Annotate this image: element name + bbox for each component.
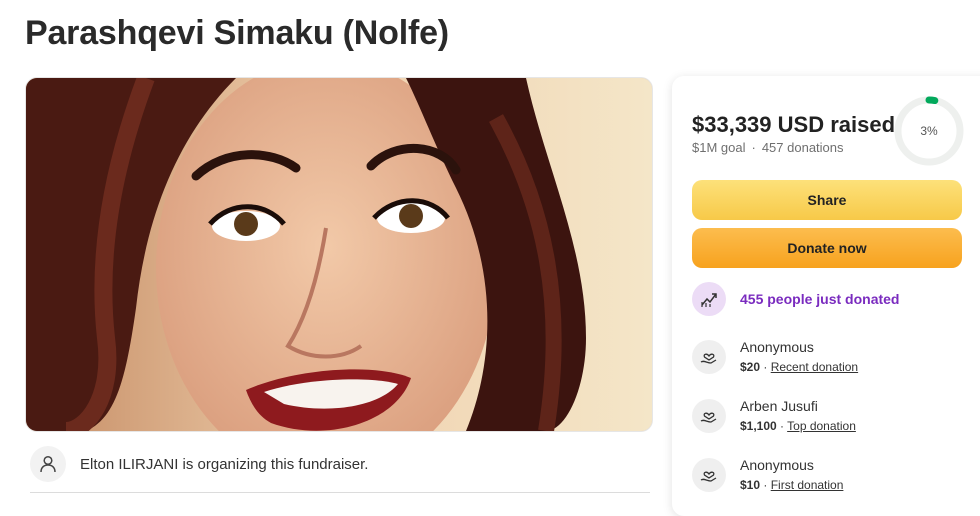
donation-item: Anonymous $20 · Recent donation <box>692 339 858 374</box>
trending-donations-row: 455 people just donated <box>692 282 899 316</box>
donate-now-button[interactable]: Donate now <box>692 228 962 268</box>
donation-item: Arben Jusufi $1,100 · Top donation <box>692 398 856 433</box>
goal-amount: $1M goal <box>692 140 746 155</box>
donation-tag-link[interactable]: Top donation <box>787 419 856 433</box>
donation-meta: $1,100 · Top donation <box>740 419 856 433</box>
page-title: Parashqevi Simaku (Nolfe) <box>25 14 449 52</box>
trending-up-icon <box>692 282 726 316</box>
donor-name: Arben Jusufi <box>740 398 818 414</box>
amount-raised: $33,339 USD raised <box>692 112 896 137</box>
donation-sidebar-card: $33,339 USD raised $1M goal · 457 donation… <box>672 76 980 516</box>
heart-hand-icon <box>692 339 726 374</box>
person-icon <box>30 446 66 482</box>
organizer-text: Elton ILIRJANI is organizing this fundra… <box>80 455 369 473</box>
heart-hand-icon <box>692 457 726 492</box>
trending-text: 455 people just donated <box>740 291 900 307</box>
section-divider <box>30 492 650 493</box>
organizer-row: Elton ILIRJANI is organizing this fundra… <box>30 444 368 484</box>
donation-count: 457 donations <box>761 140 844 155</box>
donation-amount: $1,100 <box>740 419 777 433</box>
share-button[interactable]: Share <box>692 180 962 220</box>
donation-meta: $20 · Recent donation <box>740 360 859 374</box>
donation-tag-link[interactable]: Recent donation <box>771 360 858 374</box>
goal-summary: $1M goal · 457 donations <box>692 140 844 155</box>
portrait-photo <box>26 78 652 431</box>
campaign-hero-image[interactable] <box>25 77 653 432</box>
donation-amount: $20 <box>740 360 761 374</box>
heart-hand-icon <box>692 398 726 433</box>
progress-percent: 3% <box>920 124 938 138</box>
donation-meta: $10 · First donation <box>740 478 844 492</box>
donor-name: Anonymous <box>740 457 814 473</box>
donation-item: Anonymous $10 · First donation <box>692 457 843 492</box>
donation-amount: $10 <box>740 478 761 492</box>
donor-name: Anonymous <box>740 339 814 355</box>
donation-tag-link[interactable]: First donation <box>771 478 844 492</box>
